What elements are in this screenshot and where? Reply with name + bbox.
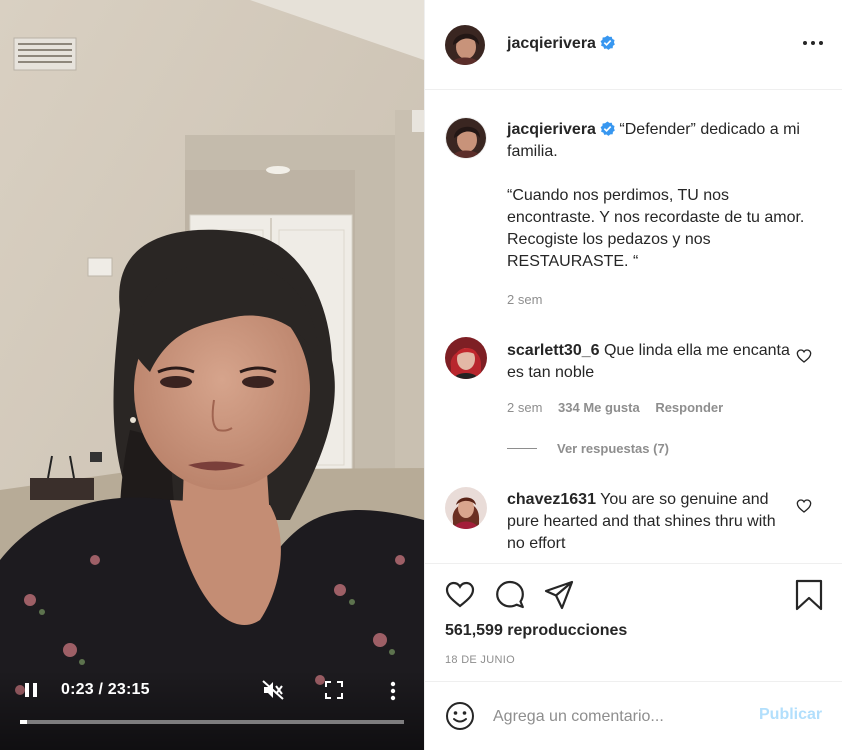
- post-actions: 561,599 reproducciones 18 DE JUNIO: [425, 563, 842, 681]
- share-icon[interactable]: [543, 579, 575, 611]
- video-progress-bar[interactable]: [20, 720, 404, 724]
- publish-button[interactable]: Publicar: [759, 706, 822, 724]
- comment-composer: Publicar: [425, 681, 842, 750]
- view-count[interactable]: 561,599 reproducciones: [445, 622, 627, 640]
- fullscreen-icon[interactable]: [325, 681, 343, 699]
- comment-like-heart-icon[interactable]: [796, 348, 812, 364]
- replies-divider: [507, 448, 537, 449]
- vertical-dots-icon[interactable]: [388, 681, 398, 701]
- comment-item: chavez1631 You are so genuine and pure h…: [507, 489, 797, 555]
- comment-item: scarlett30_6 Que linda ella me encanta e…: [507, 340, 797, 384]
- video-time: 0:23 / 23:15: [61, 681, 150, 698]
- more-options-icon[interactable]: [803, 41, 823, 47]
- comments-scroll-area[interactable]: jacqierivera “Defender” dedicado a mi fa…: [425, 91, 842, 563]
- post-caption: jacqierivera “Defender” dedicado a mi fa…: [507, 119, 817, 273]
- bookmark-icon[interactable]: [793, 579, 825, 611]
- pause-icon[interactable]: [22, 681, 40, 699]
- post-header: jacqierivera: [425, 0, 842, 90]
- caption-avatar[interactable]: [445, 117, 487, 159]
- video-player[interactable]: 0:23 / 23:15: [0, 0, 424, 750]
- comment-avatar[interactable]: [445, 337, 487, 379]
- comment-username[interactable]: chavez1631: [507, 491, 596, 508]
- comment-reply-button[interactable]: Responder: [655, 400, 723, 415]
- view-replies-label[interactable]: Ver respuestas (7): [557, 441, 669, 456]
- comment-input[interactable]: [493, 704, 743, 730]
- comment-like-heart-icon[interactable]: [796, 498, 812, 514]
- verified-badge-icon: [600, 35, 615, 50]
- author-avatar[interactable]: [445, 25, 485, 65]
- verified-badge-icon: [600, 121, 615, 136]
- comment-username[interactable]: scarlett30_6: [507, 342, 600, 359]
- instagram-post-modal: 0:23 / 23:15 jacqierivera jacqierivera “…: [0, 0, 842, 750]
- view-replies-button[interactable]: Ver respuestas (7): [507, 441, 669, 456]
- comment-icon[interactable]: [494, 579, 526, 611]
- video-progress-fill: [20, 720, 27, 724]
- author-username[interactable]: jacqierivera: [507, 35, 615, 53]
- emoji-icon[interactable]: [445, 701, 475, 731]
- muted-speaker-icon[interactable]: [262, 680, 284, 700]
- post-details-panel: jacqierivera jacqierivera “Defender” ded…: [424, 0, 842, 750]
- heart-icon[interactable]: [444, 579, 476, 611]
- comment-likes[interactable]: 334 Me gusta: [558, 400, 640, 415]
- video-frame: [0, 0, 424, 750]
- caption-age[interactable]: 2 sem: [507, 292, 542, 307]
- caption-username[interactable]: jacqierivera: [507, 121, 596, 138]
- caption-paragraph-2: “Cuando nos perdimos, TU nos encontraste…: [507, 187, 805, 270]
- comment-meta: 2 sem 334 Me gusta Responder: [507, 400, 723, 415]
- comment-avatar[interactable]: [445, 487, 487, 529]
- author-username-text[interactable]: jacqierivera: [507, 35, 596, 52]
- post-date[interactable]: 18 DE JUNIO: [445, 654, 515, 666]
- comment-age[interactable]: 2 sem: [507, 400, 542, 415]
